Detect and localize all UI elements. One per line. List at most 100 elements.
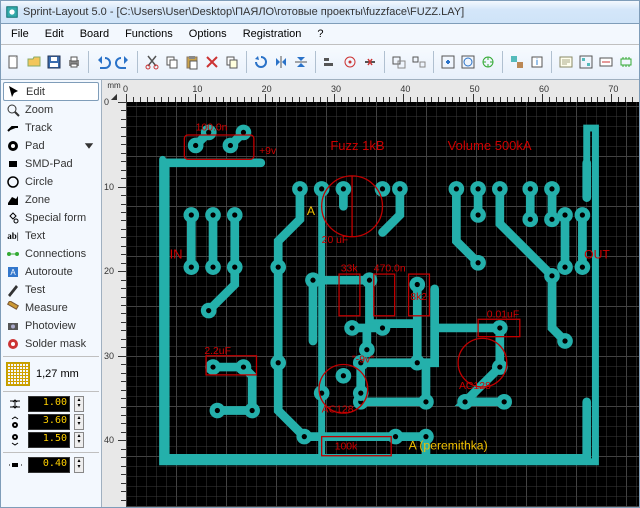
remove-conn-button[interactable] (361, 49, 379, 75)
open-button[interactable] (25, 49, 43, 75)
tool-test[interactable]: Test (3, 281, 99, 299)
tool-solder[interactable]: Solder mask (3, 335, 99, 353)
print-button[interactable] (65, 49, 83, 75)
tool-zoom[interactable]: Zoom (3, 101, 99, 119)
title-path: C:\Users\User\Desktop\ПАЯЛО\готовые прое… (120, 6, 462, 18)
tool-connections[interactable]: Connections (3, 245, 99, 263)
label-fuzz: Fuzz 1kB (330, 138, 384, 153)
drc-button[interactable] (597, 49, 615, 75)
macro-button[interactable] (577, 49, 595, 75)
spin3[interactable]: ▴▾ (74, 432, 84, 448)
pad-outer-value[interactable]: 3.60 (28, 414, 70, 430)
tool-photoview[interactable]: Photoview (3, 317, 99, 335)
tool-special[interactable]: Special form (3, 209, 99, 227)
label-ac128a: AC128 (322, 404, 354, 415)
tool-smd-label: SMD-Pad (25, 158, 73, 170)
tool-text[interactable]: ab| Text (3, 227, 99, 245)
tool-autoroute-label: Autoroute (25, 266, 73, 278)
delete-button[interactable] (203, 49, 221, 75)
smd-size-setting[interactable]: 0.40 ▴▾ (3, 456, 99, 474)
dropdown-icon[interactable] (82, 139, 96, 153)
transparent-button[interactable] (508, 49, 526, 75)
tool-track[interactable]: Track (3, 119, 99, 137)
menu-options[interactable]: Options (183, 26, 233, 42)
ungroup-button[interactable] (410, 49, 428, 75)
label-470n: 470.0n (374, 263, 406, 274)
tool-zone-label: Zone (25, 194, 50, 206)
spin4[interactable]: ▴▾ (74, 457, 84, 473)
pad-inner-setting[interactable]: 1.50 ▴▾ (3, 431, 99, 449)
label-100n: 100.0n (196, 123, 228, 134)
track-width-value[interactable]: 1.00 (28, 396, 70, 412)
zoom-all-button[interactable] (459, 49, 477, 75)
group-button[interactable] (390, 49, 408, 75)
tool-pad[interactable]: Pad (3, 137, 99, 155)
solder-icon (6, 337, 20, 351)
tool-edit-label: Edit (26, 86, 45, 98)
magnifier-icon (6, 103, 20, 117)
special-icon (6, 211, 20, 225)
scanned-button[interactable] (557, 49, 575, 75)
menu-edit[interactable]: Edit (39, 26, 70, 42)
tool-smd[interactable]: SMD-Pad (3, 155, 99, 173)
tool-autoroute[interactable]: A Autoroute (3, 263, 99, 281)
label-20uf: 20 uF (322, 235, 349, 246)
pad-icon (6, 139, 20, 153)
app-icon (5, 5, 19, 19)
track-width-setting[interactable]: 1.00 ▴▾ (3, 395, 99, 413)
grid-value: 1,27 mm (36, 368, 79, 380)
spin1[interactable]: ▴▾ (74, 396, 84, 412)
zone-icon (6, 193, 20, 207)
components-button[interactable] (617, 49, 635, 75)
save-button[interactable] (45, 49, 63, 75)
label-001uf: 0.01uF (487, 310, 519, 321)
text-icon: ab| (6, 229, 20, 243)
menu-help[interactable]: ? (311, 26, 329, 42)
menu-board[interactable]: Board (74, 26, 115, 42)
ruler-vertical[interactable]: 01020304050 (102, 102, 127, 507)
smd-size-icon (6, 458, 24, 472)
tool-zone[interactable]: Zone (3, 191, 99, 209)
paste-button[interactable] (183, 49, 201, 75)
menu-file[interactable]: File (5, 26, 35, 42)
smd-size-value[interactable]: 0.40 (28, 457, 70, 473)
rotate-button[interactable] (252, 49, 270, 75)
test-icon (6, 283, 20, 297)
duplicate-button[interactable] (223, 49, 241, 75)
undo-button[interactable] (94, 49, 112, 75)
cut-button[interactable] (143, 49, 161, 75)
mirror-v-button[interactable] (292, 49, 310, 75)
menu-functions[interactable]: Functions (119, 26, 179, 42)
mirror-h-button[interactable] (272, 49, 290, 75)
label-minus9v: "-9v" (352, 355, 374, 366)
pcb-canvas[interactable]: 100.0n +9v Fuzz 1kB Volume 500kA A 20 uF… (126, 102, 639, 507)
pad-inner-value[interactable]: 1.50 (28, 432, 70, 448)
pad-outer-setting[interactable]: 3.60 ▴▾ (3, 413, 99, 431)
align-button[interactable] (321, 49, 339, 75)
spin2[interactable]: ▴▾ (74, 414, 84, 430)
connections-icon (6, 247, 20, 261)
tool-text-label: Text (25, 230, 45, 242)
circle-icon (6, 175, 20, 189)
new-button[interactable] (5, 49, 23, 75)
copy-button[interactable] (163, 49, 181, 75)
tool-measure[interactable]: Measure (3, 299, 99, 317)
ruler-horizontal[interactable]: 010203040506070 (126, 80, 639, 103)
repaint-button[interactable] (479, 49, 497, 75)
tool-sidebar: Edit Zoom Track Pad SMD-Pad Circle (1, 80, 102, 507)
tool-edit[interactable]: Edit (3, 82, 99, 101)
info-button[interactable]: i (528, 49, 546, 75)
snap-button[interactable] (341, 49, 359, 75)
label-out: OUT (584, 247, 610, 261)
label-33k: 33k (341, 263, 359, 274)
grid-setting[interactable]: 1,27 mm (3, 360, 99, 388)
track-icon (6, 121, 20, 135)
measure-icon (6, 301, 20, 315)
title-suffix: ] (461, 6, 464, 18)
label-peremithka: A (peremithka) (409, 439, 488, 453)
tool-circle[interactable]: Circle (3, 173, 99, 191)
pad-outer-icon (6, 415, 24, 429)
menu-registration[interactable]: Registration (237, 26, 308, 42)
redo-button[interactable] (114, 49, 132, 75)
zoom-fit-button[interactable] (439, 49, 457, 75)
